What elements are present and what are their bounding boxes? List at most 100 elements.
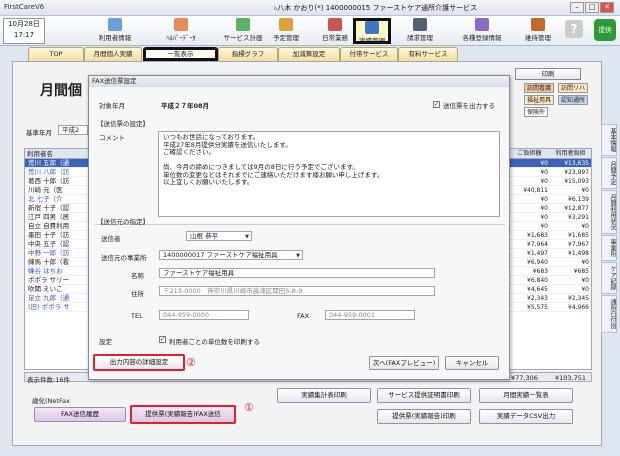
table-row[interactable]: ¥0 ¥13,635 [509,159,591,168]
tab-4[interactable]: 加減算設定 [278,47,340,61]
toolbar-maintenance-button[interactable]: 維持管理 [518,18,558,44]
table-row[interactable]: ¥5,575 ¥4,966 [509,303,591,312]
service-plan-icon [236,18,250,31]
toolbar-label: 予定管理 [273,34,299,42]
table-row[interactable]: ¥6,940 ¥0 [509,258,591,267]
minimize-button[interactable]: – [570,2,584,13]
section-slip-settings: 【送信票の設定】 [97,120,149,128]
help-icon[interactable]: ? [565,20,583,38]
name-field[interactable]: ファーストケア福祉用具 [159,268,435,278]
address-field[interactable]: 〒213-0000 神奈川県川崎市高津区関田5-8-9 [159,286,435,296]
user-list-item[interactable]: 葛西 十郎（訪 [25,177,93,186]
user-list-item[interactable]: 荒川 五郎（通 [25,159,93,168]
table-row[interactable]: ¥0 ¥0 [509,222,591,231]
toolbar-label: 各種登録情報 [462,34,502,42]
tab-5[interactable]: 付帯サービス [340,47,398,61]
next-fax-preview-button[interactable]: 次へ(FAXプレビュー) [369,356,439,370]
detail-settings-button[interactable]: 出力内容の詳細設定 [93,354,185,371]
csv-export-button[interactable]: 実績データCSV出力 [479,409,573,424]
table-row[interactable]: ¥1,683 ¥1,685 [509,231,591,240]
base-month-label: 基準年月 [26,129,52,137]
table-cell: ¥0 [540,160,548,167]
table-cell: ¥3,291 [568,214,589,221]
toolbar-schedule-button[interactable]: 予定管理 [265,18,307,44]
table-cell: ¥15,093 [564,178,589,185]
table-row[interactable]: ¥0 ¥12,877 [509,204,591,213]
report-print-button[interactable]: 提供票(実績報告)印刷 [377,409,471,424]
side-tab[interactable]: 通所日付別 [601,295,617,333]
toolbar-billing-button[interactable]: 請求管理 [400,18,440,44]
results-icon [365,21,379,34]
tab-3[interactable]: 指標グラフ [218,47,278,61]
fax-history-button[interactable]: FAX送信履歴 [34,407,126,422]
table-row[interactable]: ¥4,645 ¥0 [509,285,591,294]
fax-send-button[interactable]: 提供票(実績報告)FAX送信 [130,405,236,424]
provide-button[interactable]: 提供 [594,19,616,41]
user-list-item[interactable]: (旧) ポポラ サ [25,303,93,312]
toolbar-registration-button[interactable]: 各種登録情報 [454,18,510,44]
user-list-item[interactable]: ポポラ サリー [25,276,93,285]
user-list-item[interactable]: 練馬 十郎（看 [25,258,93,267]
tab-2[interactable]: 一覧表示 [143,47,218,61]
comment-textarea[interactable]: いつもお世話になっております。 平成27年8月提供分実績を送信いたします。 ご確… [158,131,500,217]
sender-select[interactable]: 山根 恭平 [186,231,252,241]
user-list-item[interactable]: 足立 九郎（通 [25,294,93,303]
table-row[interactable]: ¥40,811 ¥0 [509,186,591,195]
plan-print-button[interactable]: 実績集計表印刷 [277,388,371,403]
toolbar-daily-work-button[interactable]: 日常業務 [313,18,357,44]
user-list-item[interactable]: 自立 自費利用 [25,222,93,231]
user-list-item[interactable]: 中央 五子（認 [25,240,93,249]
billing-icon [413,18,427,31]
user-list-item[interactable]: 川崎 元（医 [25,186,93,195]
table-row[interactable]: ¥6,840 ¥0 [509,276,591,285]
table-row[interactable]: ¥0 ¥15,093 [509,177,591,186]
user-list-item[interactable]: 荒川 八郎（訪 [25,168,93,177]
toolbar-helper-data-button[interactable]: ﾍﾙﾊﾟｰﾃﾞｰﾀ [159,18,203,44]
table-row[interactable]: ¥2,343 ¥2,345 [509,294,591,303]
table-row[interactable]: ¥0 ¥3,291 [509,213,591,222]
office-select[interactable]: 1400000017 ファーストケア福祉用具 [159,250,303,260]
base-month-field[interactable]: 平成2 [58,125,88,135]
table-cell: ¥6,940 [527,259,548,266]
tel-field[interactable]: 044-959-0000 [159,310,249,320]
tab-6[interactable]: 有料サービス [398,47,458,61]
user-info-icon [108,18,122,31]
maintenance-icon [531,18,545,31]
table-row[interactable]: ¥7,964 ¥7,967 [509,240,591,249]
user-list-item[interactable]: 蜂谷 はちお [25,267,93,276]
unit-print-checkbox[interactable]: ✓ [159,336,166,343]
side-tab[interactable]: 基本情報 [601,124,617,156]
fax-field[interactable]: 044-959-0001 [325,310,415,320]
table-cell: ¥1,498 [568,250,589,257]
side-tab[interactable]: 月間予定 [601,157,617,189]
user-list-item[interactable]: 北 七子（介 [25,195,93,204]
user-list-item[interactable]: 新宿 十子（認 [25,204,93,213]
table-row[interactable]: ¥0 ¥23,997 [509,168,591,177]
toolbar-service-plan-button[interactable]: サービス計画 [216,18,270,44]
close-button[interactable]: ✕ [600,2,614,13]
service-cert-print-button[interactable]: サービス提供証明書印刷 [377,388,471,403]
side-tab[interactable]: 月間利用状況 [601,190,617,234]
table-row[interactable]: ¥0 ¥6,139 [509,195,591,204]
table-row[interactable]: ¥1,497 ¥1,498 [509,249,591,258]
user-list-item[interactable]: 吹聞 えいこ [25,285,93,294]
table-cell: ¥0 [540,205,548,212]
print-button[interactable]: 印刷 [515,68,581,80]
table-cell: ¥7,967 [568,241,589,248]
cancel-button[interactable]: キャンセル [445,356,499,370]
user-list-item[interactable]: 墨田 十子（訪 [25,231,93,240]
tab-1[interactable]: 月間個人実績 [84,47,142,61]
side-tabs: 基本情報 月間予定 月間利用状況 事業所 ケア記録 通所日付別 [601,124,617,334]
monthly-list-button[interactable]: 月間実績一覧表 [479,388,573,403]
maximize-button[interactable]: □ [585,2,599,13]
output-checkbox[interactable]: ✓ [433,101,440,108]
tab-0[interactable]: TOP [28,47,84,61]
table-cell: ¥0 [540,169,548,176]
toolbar-results-button[interactable]: 実績管理 [353,18,391,45]
table-row[interactable]: ¥683 ¥685 [509,267,591,276]
user-list-item[interactable]: 中野 一郎（訪 [25,249,93,258]
user-list-item[interactable]: 江戸 四男（居 [25,213,93,222]
toolbar-user-info-button[interactable]: 利用者情報 [92,18,138,44]
side-tab[interactable]: 事業所 [601,235,617,261]
side-tab[interactable]: ケア記録 [601,262,617,294]
